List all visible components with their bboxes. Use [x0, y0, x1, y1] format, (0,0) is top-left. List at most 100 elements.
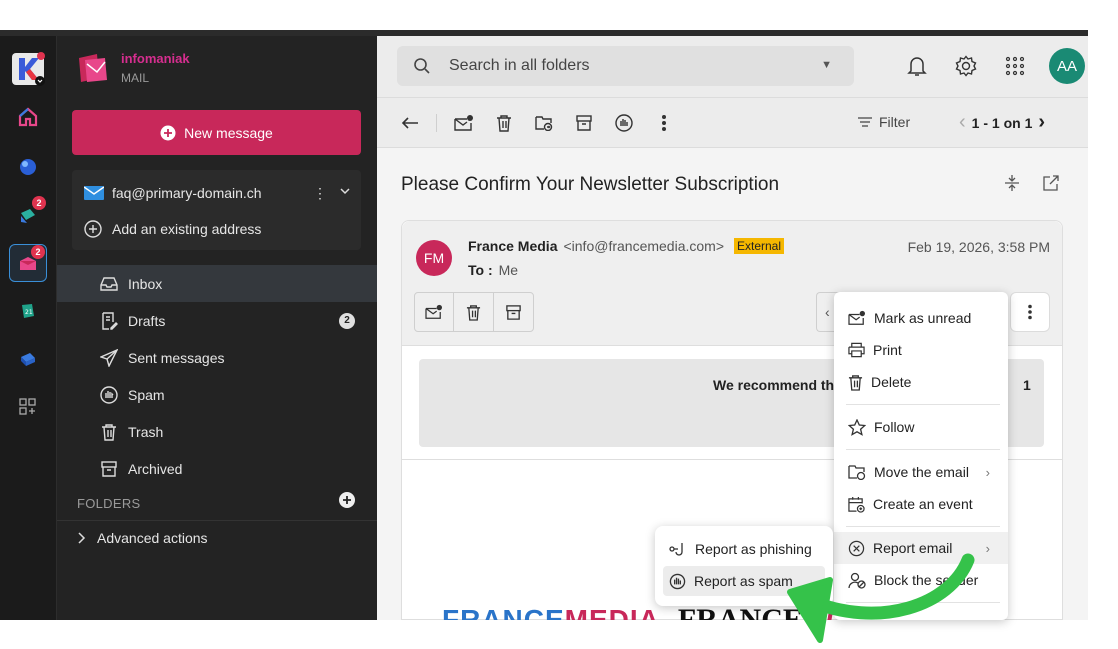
folder-inbox[interactable]: Inbox	[57, 265, 377, 302]
next-page-icon[interactable]: ›	[1038, 111, 1045, 134]
open-external-icon[interactable]	[1042, 174, 1060, 192]
menu-create-event[interactable]: Create an event	[834, 488, 1008, 520]
archive-icon[interactable]	[494, 293, 533, 331]
menu-label: Print	[873, 342, 902, 358]
add-address-button[interactable]: Add an existing address	[84, 220, 261, 238]
chat-app-icon[interactable]: 2	[9, 196, 47, 234]
logo-text: MEDIA	[565, 608, 660, 620]
gear-icon[interactable]	[951, 51, 981, 81]
message-toolbar: Filter ‹ 1 - 1 on 1 ›	[377, 98, 1088, 148]
divider	[846, 602, 1000, 603]
chevron-right-icon: ›	[985, 540, 990, 556]
move-folder-icon	[848, 465, 866, 480]
advanced-actions-toggle[interactable]: Advanced actions	[77, 530, 208, 546]
mail-app-icon[interactable]: 2	[9, 244, 47, 282]
folder-archived[interactable]: Archived	[57, 450, 377, 487]
divider	[57, 520, 377, 521]
filter-label: Filter	[879, 114, 911, 130]
advanced-actions-label: Advanced actions	[97, 530, 208, 546]
caret-down-icon[interactable]: ▼	[821, 59, 832, 71]
menu-move-email[interactable]: Move the email ›	[834, 456, 1008, 488]
collapse-icon[interactable]	[1004, 174, 1020, 192]
more-vertical-icon[interactable]	[653, 112, 675, 134]
apps-grid-icon[interactable]	[9, 388, 47, 426]
menu-print[interactable]: Print	[834, 334, 1008, 366]
trash-icon	[848, 374, 863, 391]
trash-icon[interactable]	[493, 112, 515, 134]
top-icons: AA	[902, 46, 1088, 86]
logo-text: FRANCE	[678, 608, 803, 620]
folder-label: Sent messages	[128, 349, 225, 366]
spam-icon	[669, 573, 686, 589]
folder-label: Drafts	[128, 312, 166, 329]
folder-label: Inbox	[128, 275, 163, 292]
rail-badge: 2	[31, 245, 45, 259]
globe-app-icon[interactable]	[9, 148, 47, 186]
menu-mark-unread[interactable]: Mark as unread	[834, 302, 1008, 334]
archive-icon[interactable]	[573, 112, 595, 134]
plus-circle-icon	[160, 125, 176, 140]
sender-name[interactable]: France Media	[468, 238, 557, 254]
logo-text: FRANCE	[442, 608, 565, 620]
notice-text: We recommend th	[713, 377, 835, 393]
to-value: Me	[498, 262, 519, 278]
user-avatar[interactable]: AA	[1049, 48, 1085, 84]
k-logo-icon	[12, 52, 45, 86]
back-arrow-icon[interactable]	[399, 112, 421, 134]
add-folder-button[interactable]	[339, 492, 355, 508]
trash-icon[interactable]	[454, 293, 494, 331]
mark-unread-icon[interactable]	[453, 112, 475, 134]
search-input[interactable]: Search in all folders ▼	[397, 46, 854, 86]
filter-button[interactable]: Filter	[857, 114, 910, 130]
star-icon	[848, 418, 866, 436]
app-rail: 2 2 21	[0, 36, 57, 620]
report-phishing-item[interactable]: Report as phishing	[663, 534, 825, 564]
spam-icon	[100, 385, 118, 404]
subject-icons	[1004, 174, 1060, 192]
prev-page-icon[interactable]: ‹	[959, 111, 966, 134]
home-icon[interactable]	[9, 98, 47, 136]
account-row[interactable]: faq@primary-domain.ch ⋮	[84, 182, 351, 204]
calendar-add-icon	[848, 496, 865, 513]
move-folder-icon[interactable]	[533, 112, 555, 134]
chevron-down-icon[interactable]	[339, 185, 351, 197]
more-actions-button[interactable]	[1010, 292, 1050, 332]
report-spam-item[interactable]: Report as spam	[663, 566, 825, 596]
folder-drafts[interactable]: Drafts 2	[57, 302, 377, 339]
menu-block-sender[interactable]: Block the sender	[834, 564, 1008, 596]
bell-icon[interactable]	[902, 51, 932, 81]
top-bar: Search in all folders ▼ AA	[377, 36, 1088, 98]
menu-label: Move the email	[874, 464, 969, 480]
menu-label: Mark as unread	[874, 310, 972, 326]
submenu-label: Report as spam	[694, 573, 793, 589]
menu-label: Report email	[873, 540, 953, 556]
report-submenu: Report as phishing Report as spam	[655, 526, 833, 606]
drafts-icon	[102, 311, 118, 330]
plus-circle-outline-icon	[84, 220, 102, 238]
mark-unread-icon[interactable]	[415, 293, 455, 331]
folder-trash[interactable]: Trash	[57, 413, 377, 450]
kdrive-app-icon[interactable]	[9, 50, 47, 88]
new-message-button[interactable]: New message	[72, 110, 361, 155]
brand-logo[interactable]	[75, 50, 111, 86]
mail-sidebar: infomaniak MAIL New message faq@primary-…	[57, 36, 377, 620]
calendar-app-icon[interactable]: 21	[9, 292, 47, 330]
menu-follow[interactable]: Follow	[834, 411, 1008, 443]
menu-report-email[interactable]: Report email ›	[834, 532, 1008, 564]
menu-label: Delete	[871, 374, 912, 390]
menu-delete[interactable]: Delete	[834, 366, 1008, 398]
brand-name: infomaniak	[121, 51, 190, 66]
divider	[846, 526, 1000, 527]
printer-icon	[848, 342, 865, 358]
drive-app-icon[interactable]	[9, 340, 47, 378]
inbox-icon	[100, 276, 118, 291]
folder-sent[interactable]: Sent messages	[57, 339, 377, 376]
sender-address: <info@francemedia.com>	[563, 238, 724, 254]
new-message-label: New message	[184, 124, 273, 141]
folder-label: Spam	[128, 386, 165, 403]
folder-spam[interactable]: Spam	[57, 376, 377, 413]
rail-badge: 2	[32, 196, 46, 210]
apps-grid-icon[interactable]	[1000, 51, 1030, 81]
spam-icon[interactable]	[613, 112, 635, 134]
kebab-icon[interactable]: ⋮	[313, 185, 327, 202]
